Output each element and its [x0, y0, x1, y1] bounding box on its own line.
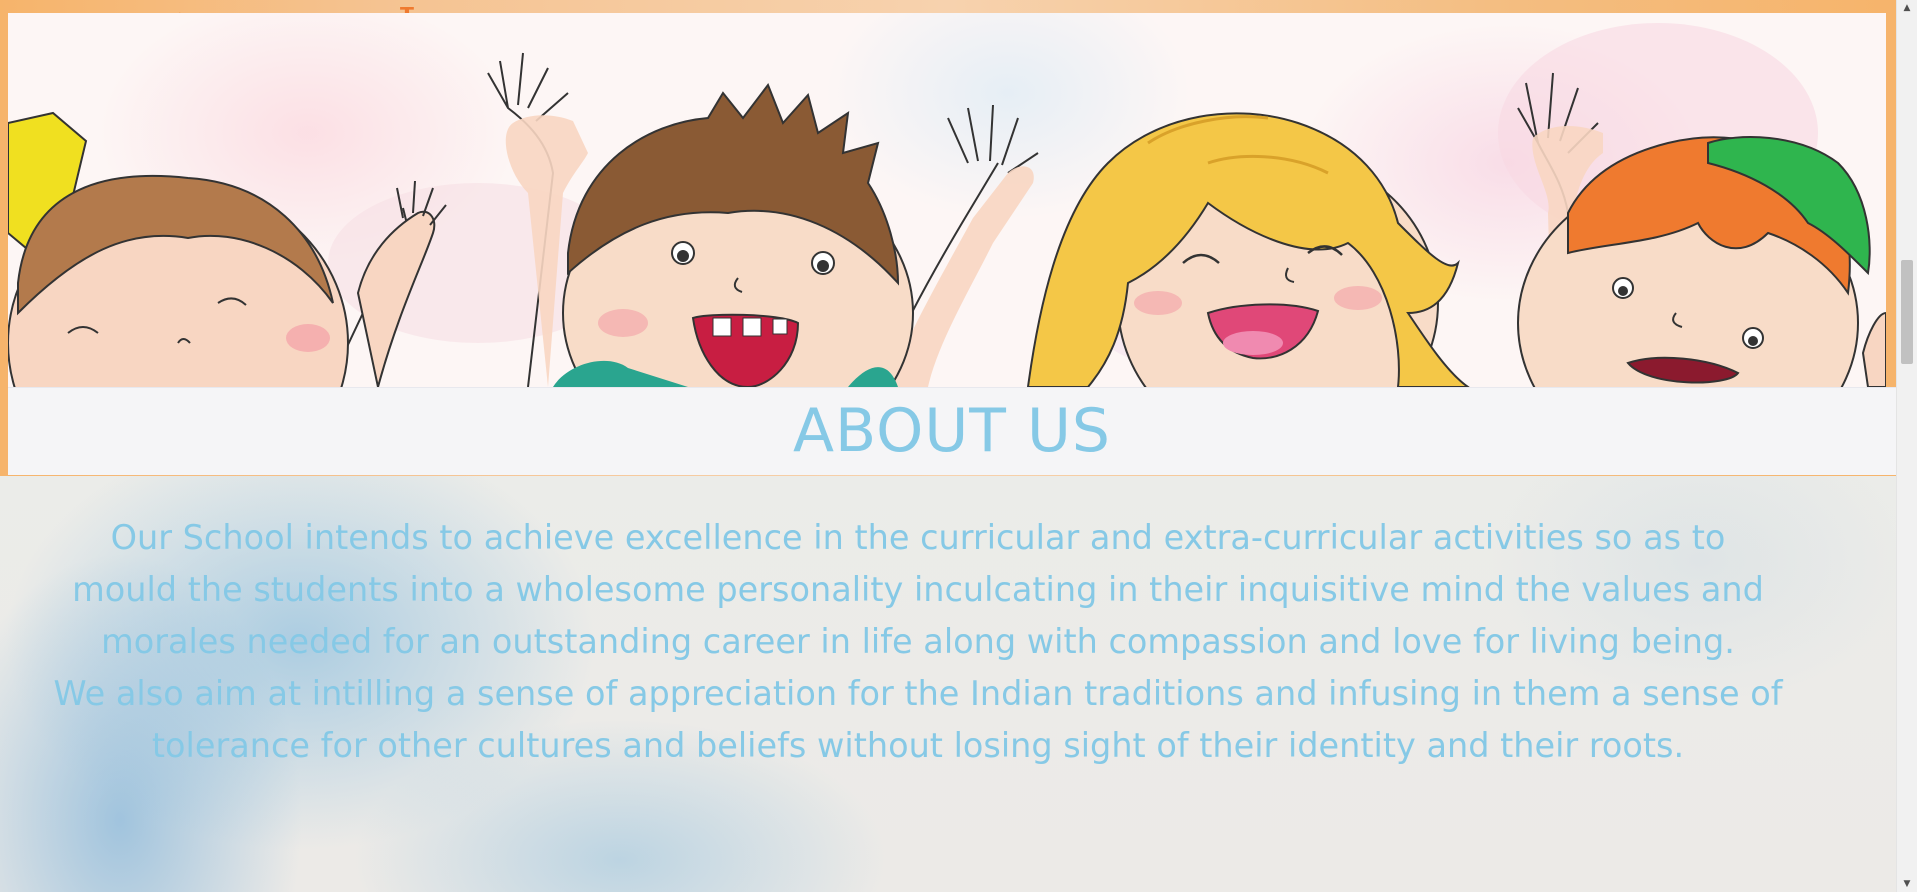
- about-us-paragraph: Our School intends to achieve excellence…: [0, 512, 1836, 772]
- hero-image: [8, 13, 1886, 387]
- cheering-kids-illustration: [8, 23, 1886, 387]
- kid-three-figure: [1026, 112, 1470, 387]
- about-paragraph-line: morales needed for an outstanding career…: [101, 622, 1735, 661]
- about-us-title: ABOUT US: [792, 396, 1112, 466]
- about-paragraph-line: mould the students into a wholesome pers…: [72, 570, 1764, 609]
- about-paragraph-line: Our School intends to achieve excellence…: [110, 518, 1726, 557]
- scrollbar-thumb[interactable]: [1901, 260, 1913, 364]
- scroll-up-arrow-icon[interactable]: ▲: [1897, 0, 1917, 16]
- page-viewport: ✕ ᴛ: [0, 0, 1897, 892]
- scroll-down-arrow-icon[interactable]: ▼: [1897, 876, 1917, 892]
- vertical-scrollbar[interactable]: ▲ ▼: [1896, 0, 1917, 892]
- about-us-header-band: ABOUT US: [8, 387, 1896, 475]
- about-paragraph-line: tolerance for other cultures and beliefs…: [151, 726, 1685, 765]
- about-paragraph-line: We also aim at intilling a sense of appr…: [53, 674, 1783, 713]
